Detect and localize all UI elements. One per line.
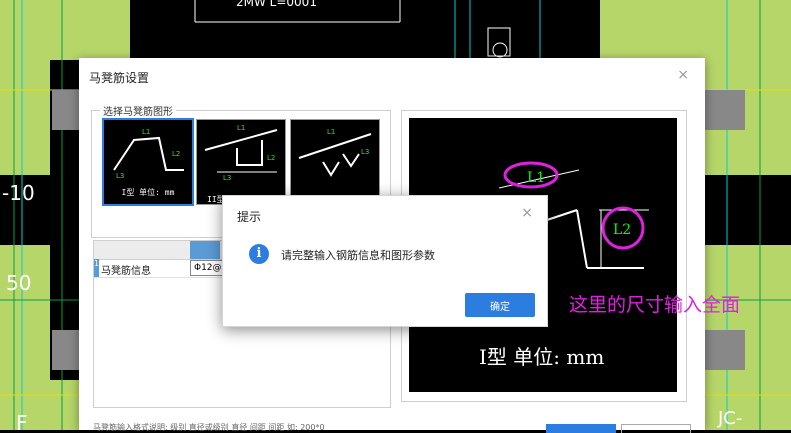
shape-type-3-icon: L1 L3 [298,128,372,177]
preview-l2-label: L2 [613,222,631,238]
footer-button-1[interactable] [546,424,616,433]
dialog-title: 马凳筋设置 [89,71,150,85]
dialog-close-icon[interactable]: × [677,67,689,83]
alert-title: 提示 [237,210,262,224]
shape-2-l2-label: L2 [267,154,275,162]
shape-type-2-icon: L1 L2 L3 [204,124,278,182]
shape-type-3[interactable]: L1 L3 [290,119,380,205]
info-icon: i [249,244,269,264]
cad-top-text: 2MW L=0001 [236,0,317,9]
alert-close-icon[interactable]: × [521,205,533,221]
shape-1-l1-label: L1 [142,128,150,136]
alert-message: 请完整输入钢筋信息和图形参数 [281,249,435,262]
ok-button[interactable]: 确定 [465,293,535,317]
shape-1-caption: I型 单位: mm [121,188,175,197]
shape-group-label: 选择马凳筋图形 [100,103,176,118]
alert-dialog: 提示 × i 请完整输入钢筋信息和图形参数 确定 [222,195,548,327]
shape-3-l1-label: L1 [327,128,335,136]
cad-label-10: -10 [2,181,35,205]
shape-1-l3-label: L3 [116,172,124,180]
row-number: 1 [94,259,99,277]
annotation-text: 这里的尺寸输入全面 [569,294,741,316]
preview-l1-label: L1 [527,170,545,186]
preview-caption: I型 单位: mm [479,345,604,369]
shape-2-l3-label: L3 [223,174,231,180]
shape-2-l1-label: L1 [237,124,245,132]
row-label: 马凳筋信息 [101,266,151,277]
shape-type-1[interactable]: L1 L2 L3 I型 单位: mm [102,118,194,206]
footer-button-2[interactable] [621,424,691,433]
cad-label-f: F [16,411,28,430]
shape-1-l2-label: L2 [172,150,180,158]
shape-type-2[interactable]: L1 L2 L3 II型 [196,119,286,205]
cad-label-jc: JC- [717,408,742,429]
shape-3-l3-label: L3 [361,148,369,156]
format-hint: 马凳筋输入格式说明: 级别 直径或级别 直径 间距 间距 如: 200*0 [93,423,325,432]
cad-label-50: 50 [6,271,31,295]
shape-type-1-icon: L1 L2 L3 [113,128,184,180]
